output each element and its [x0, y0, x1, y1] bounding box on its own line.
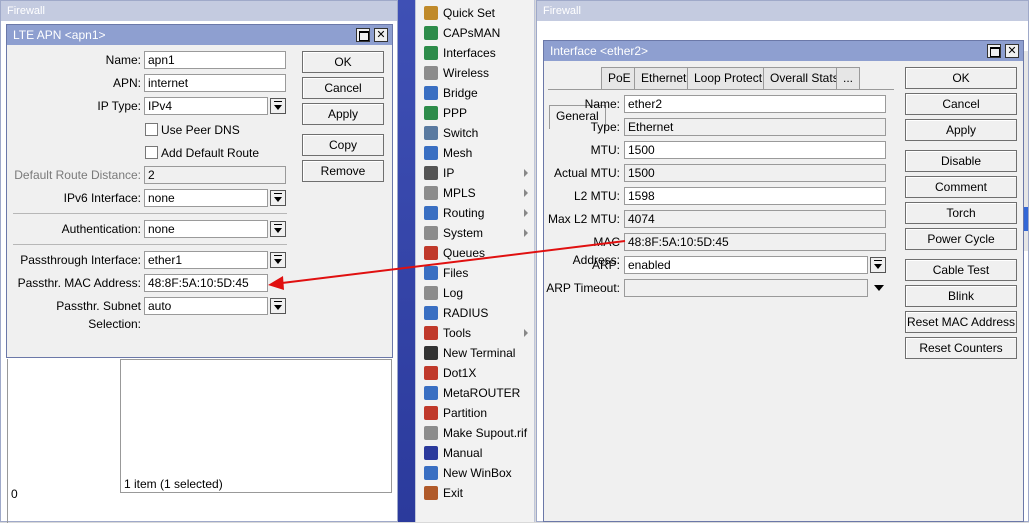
annotation-arrow: [268, 240, 626, 290]
arrow-line: [281, 240, 626, 284]
arrow-head: [268, 276, 284, 290]
